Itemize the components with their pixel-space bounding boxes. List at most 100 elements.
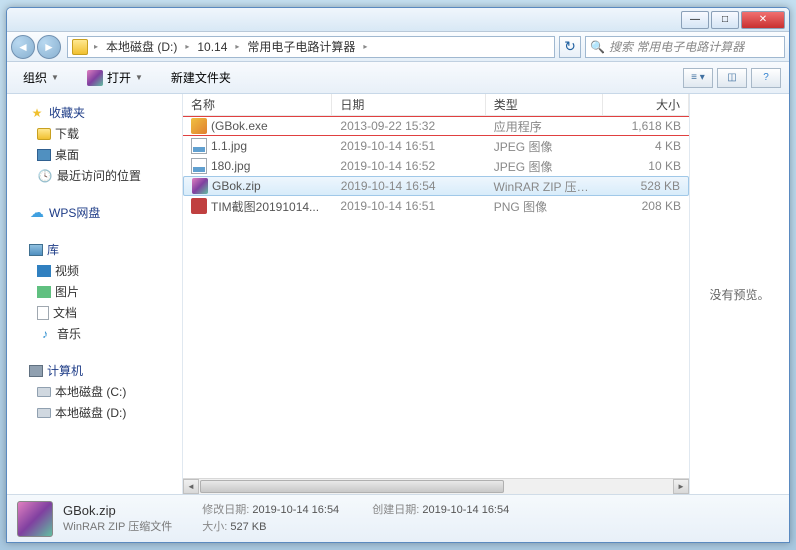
open-button[interactable]: 打开▼	[79, 67, 151, 88]
maximize-button[interactable]: □	[711, 11, 739, 29]
status-created-label: 创建日期:	[372, 504, 419, 516]
scroll-left-icon[interactable]: ◄	[183, 479, 199, 494]
desktop-icon	[37, 149, 51, 161]
preview-pane: 没有预览。	[689, 94, 789, 494]
file-type: 应用程序	[486, 118, 604, 135]
status-modified-value: 2019-10-14 16:54	[252, 504, 339, 516]
chevron-down-icon: ▼	[51, 73, 59, 82]
file-type: WinRAR ZIP 压缩...	[486, 178, 603, 195]
column-name[interactable]: 名称	[183, 94, 332, 115]
status-size-value: 527 KB	[230, 521, 266, 533]
image-icon	[37, 286, 51, 298]
file-row[interactable]: TIM截图20191014...2019-10-14 16:51PNG 图像20…	[183, 196, 689, 216]
folder-icon	[37, 128, 51, 140]
explorer-window: — □ ✕ ◄ ► ▸ 本地磁盘 (D:) ▸ 10.14 ▸ 常用电子电路计算…	[6, 7, 790, 543]
sidebar-favorites[interactable]: ★收藏夹	[7, 102, 182, 123]
sidebar-computer[interactable]: 计算机	[7, 360, 182, 381]
exe-icon	[191, 118, 207, 134]
column-size[interactable]: 大小	[603, 94, 689, 115]
file-size: 10 KB	[603, 159, 689, 173]
file-row[interactable]: 1.1.jpg2019-10-14 16:51JPEG 图像4 KB	[183, 136, 689, 156]
file-date: 2013-09-22 15:32	[332, 119, 485, 133]
scroll-right-icon[interactable]: ►	[673, 479, 689, 494]
breadcrumb-segment[interactable]: 本地磁盘 (D:)	[102, 38, 181, 55]
disk-icon	[37, 408, 51, 418]
search-placeholder: 搜索 常用电子电路计算器	[609, 38, 744, 55]
sidebar-item-disk-d[interactable]: 本地磁盘 (D:)	[7, 402, 182, 423]
back-button[interactable]: ◄	[11, 35, 35, 59]
jpg-icon	[191, 138, 207, 154]
file-name: (GBok.exe	[211, 119, 268, 133]
titlebar: — □ ✕	[7, 8, 789, 32]
file-type: JPEG 图像	[486, 158, 604, 175]
navbar: ◄ ► ▸ 本地磁盘 (D:) ▸ 10.14 ▸ 常用电子电路计算器 ▸ ↻ …	[7, 32, 789, 62]
sidebar-item-videos[interactable]: 视频	[7, 260, 182, 281]
file-name: 180.jpg	[211, 159, 250, 173]
statusbar: GBok.zip WinRAR ZIP 压缩文件 修改日期: 2019-10-1…	[7, 494, 789, 542]
file-size: 528 KB	[603, 179, 688, 193]
file-list: 名称 日期 类型 大小 (GBok.exe 2013-09-22 15:32应用程…	[183, 94, 689, 494]
file-date: 2019-10-14 16:51	[332, 199, 485, 213]
sidebar-item-recent[interactable]: 🕓最近访问的位置	[7, 165, 182, 186]
document-icon	[37, 306, 49, 320]
file-row[interactable]: 180.jpg 2019-10-14 16:52JPEG 图像10 KB	[183, 156, 689, 176]
breadcrumb-segment[interactable]: 10.14	[193, 40, 231, 54]
toolbar: 组织▼ 打开▼ 新建文件夹 ≡ ▾ ◫ ?	[7, 62, 789, 94]
search-icon: 🔍	[590, 40, 605, 54]
status-filename: GBok.zip	[63, 503, 172, 518]
chevron-right-icon: ▸	[90, 42, 102, 51]
status-modified-label: 修改日期:	[202, 504, 249, 516]
file-date: 2019-10-14 16:54	[333, 179, 486, 193]
preview-text: 没有预览。	[709, 286, 769, 303]
status-size-label: 大小:	[202, 521, 227, 533]
file-date: 2019-10-14 16:51	[332, 139, 485, 153]
scrollbar-thumb[interactable]	[200, 480, 504, 493]
sidebar-libraries[interactable]: 库	[7, 239, 182, 260]
column-headers: 名称 日期 类型 大小	[183, 94, 689, 116]
sidebar-wps[interactable]: ☁WPS网盘	[7, 202, 182, 223]
minimize-button[interactable]: —	[681, 11, 709, 29]
column-date[interactable]: 日期	[332, 94, 485, 115]
archive-icon	[17, 501, 53, 537]
preview-pane-button[interactable]: ◫	[717, 68, 747, 88]
horizontal-scrollbar[interactable]: ◄ ►	[183, 478, 689, 494]
column-type[interactable]: 类型	[486, 94, 604, 115]
sidebar-item-desktop[interactable]: 桌面	[7, 144, 182, 165]
library-icon	[29, 244, 43, 256]
chevron-right-icon: ▸	[359, 42, 371, 51]
file-row[interactable]: (GBok.exe 2013-09-22 15:32应用程序1,618 KB	[183, 116, 689, 136]
file-size: 4 KB	[603, 139, 689, 153]
png-icon	[191, 198, 207, 214]
breadcrumb[interactable]: ▸ 本地磁盘 (D:) ▸ 10.14 ▸ 常用电子电路计算器 ▸	[67, 36, 555, 58]
search-input[interactable]: 🔍 搜索 常用电子电路计算器	[585, 36, 785, 58]
chevron-right-icon: ▸	[181, 42, 193, 51]
close-button[interactable]: ✕	[741, 11, 785, 29]
computer-icon	[29, 365, 43, 377]
sidebar-item-downloads[interactable]: 下载	[7, 123, 182, 144]
organize-button[interactable]: 组织▼	[15, 67, 67, 88]
sidebar: ★收藏夹 下载 桌面 🕓最近访问的位置 ☁WPS网盘 库 视频 图片 文档 ♪音…	[7, 94, 183, 494]
archive-icon	[87, 70, 103, 86]
zip-icon	[192, 178, 208, 194]
file-name: GBok.zip	[212, 179, 261, 193]
help-button[interactable]: ?	[751, 68, 781, 88]
music-icon: ♪	[37, 326, 53, 342]
file-type: PNG 图像	[486, 198, 604, 215]
forward-button[interactable]: ►	[37, 35, 61, 59]
file-name: TIM截图20191014...	[211, 198, 319, 215]
view-options-button[interactable]: ≡ ▾	[683, 68, 713, 88]
file-size: 1,618 KB	[603, 119, 689, 133]
new-folder-button[interactable]: 新建文件夹	[163, 67, 239, 88]
sidebar-item-pictures[interactable]: 图片	[7, 281, 182, 302]
file-date: 2019-10-14 16:52	[332, 159, 485, 173]
video-icon	[37, 265, 51, 277]
sidebar-item-disk-c[interactable]: 本地磁盘 (C:)	[7, 381, 182, 402]
file-row[interactable]: GBok.zip 2019-10-14 16:54WinRAR ZIP 压缩...…	[183, 176, 689, 196]
breadcrumb-segment[interactable]: 常用电子电路计算器	[243, 38, 359, 55]
jpg-icon	[191, 158, 207, 174]
refresh-button[interactable]: ↻	[559, 36, 581, 58]
sidebar-item-documents[interactable]: 文档	[7, 302, 182, 323]
chevron-right-icon: ▸	[231, 42, 243, 51]
status-created-value: 2019-10-14 16:54	[422, 504, 509, 516]
sidebar-item-music[interactable]: ♪音乐	[7, 323, 182, 344]
